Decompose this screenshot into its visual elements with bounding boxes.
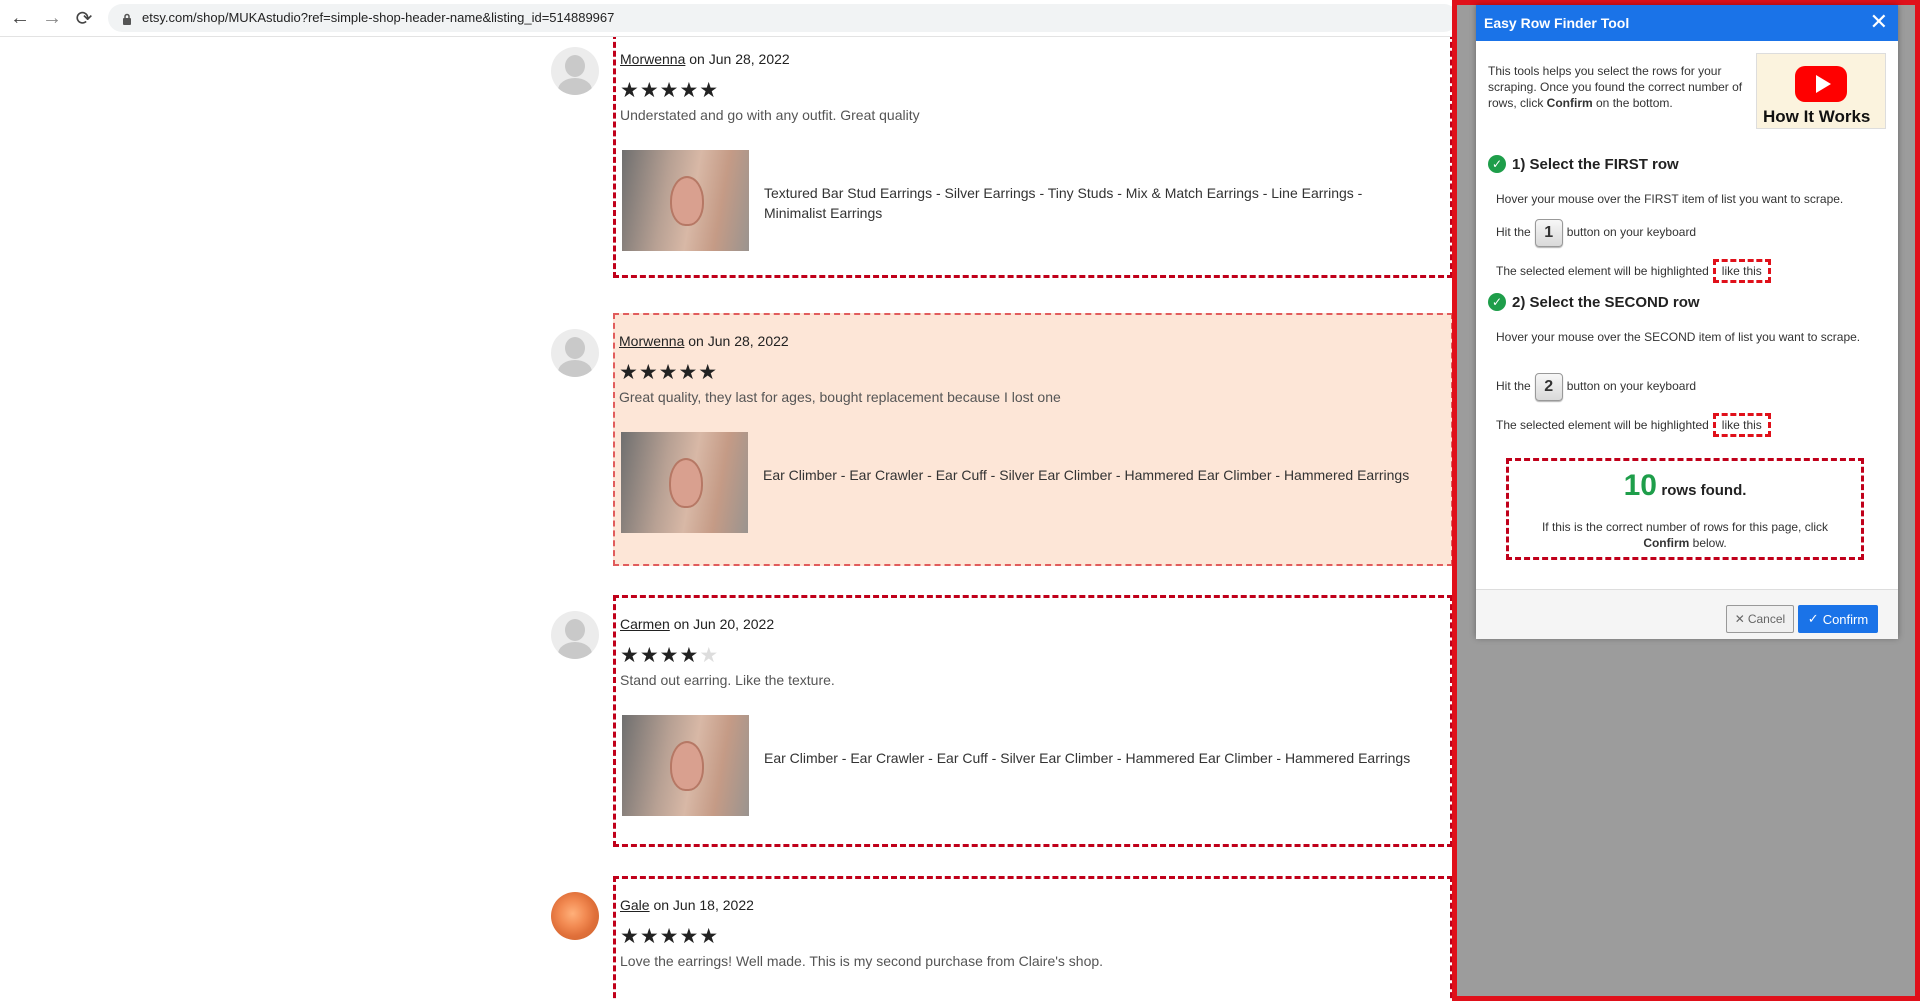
like-this-example: like this	[1712, 413, 1771, 437]
how-it-works-video[interactable]: How It Works	[1756, 53, 1886, 129]
review-date: on Jun 28, 2022	[688, 333, 789, 349]
dialog-footer: ✕ Cancel ✓ Confirm	[1476, 589, 1898, 639]
lock-icon	[123, 13, 131, 25]
step2-title: ✓ 2) Select the SECOND row	[1488, 293, 1700, 311]
reviewer-link[interactable]: Morwenna	[619, 333, 684, 349]
video-label: How It Works	[1763, 107, 1871, 126]
listing-title[interactable]: Ear Climber - Ear Crawler - Ear Cuff - S…	[764, 748, 1424, 768]
listing-title[interactable]: Textured Bar Stud Earrings - Silver Earr…	[764, 183, 1424, 223]
review-item-highlighted[interactable]: Morwenna on Jun 28, 2022 ★★★★★ Great qua…	[613, 313, 1452, 566]
review-item[interactable]: Morwenna on Jun 28, 2022 ★★★★★ Understat…	[613, 37, 1452, 278]
step2-hover-text: Hover your mouse over the SECOND item of…	[1496, 330, 1861, 344]
listing-image[interactable]	[622, 150, 749, 251]
review-date: on Jun 20, 2022	[673, 616, 775, 632]
url-text: etsy.com/shop/MUKAstudio?ref=simple-shop…	[142, 10, 615, 25]
review-text: Great quality, they last for ages, bough…	[619, 389, 1061, 405]
star-rating: ★★★★★	[620, 79, 720, 102]
avatar	[551, 47, 599, 95]
review-text: Stand out earring. Like the texture.	[620, 672, 835, 688]
cancel-button[interactable]: ✕ Cancel	[1726, 605, 1794, 633]
review-date: on Jun 28, 2022	[689, 51, 790, 67]
listing-image[interactable]	[622, 715, 749, 816]
star-rating: ★★★★★	[619, 361, 719, 384]
row-finder-dialog: Easy Row Finder Tool ✕ This tools helps …	[1476, 5, 1898, 639]
review-header: Morwenna on Jun 28, 2022	[620, 51, 790, 67]
review-header: Carmen on Jun 20, 2022	[620, 616, 774, 632]
step1-hover-text: Hover your mouse over the FIRST item of …	[1496, 192, 1844, 206]
listing-image[interactable]	[621, 432, 748, 533]
star-rating: ★★★★★	[620, 644, 720, 667]
close-icon[interactable]: ✕	[1870, 10, 1888, 34]
confirm-button[interactable]: ✓ Confirm	[1798, 605, 1878, 633]
step2-highlight-text: The selected element will be highlighted…	[1496, 413, 1876, 437]
step1-hit-text: Hit the 1 button on your keyboard	[1496, 219, 1876, 247]
forward-icon[interactable]: →	[40, 6, 64, 30]
address-bar[interactable]: etsy.com/shop/MUKAstudio?ref=simple-shop…	[108, 4, 1458, 32]
check-icon: ✓	[1488, 155, 1506, 173]
avatar	[551, 611, 599, 659]
avatar	[551, 892, 599, 940]
step1-title: ✓ 1) Select the FIRST row	[1488, 155, 1679, 173]
review-header: Morwenna on Jun 28, 2022	[619, 333, 789, 349]
star-rating: ★★★★★	[620, 925, 720, 948]
reload-icon[interactable]: ⟳	[72, 6, 96, 30]
listing-title[interactable]: Ear Climber - Ear Crawler - Ear Cuff - S…	[763, 465, 1423, 485]
reviewer-link[interactable]: Carmen	[620, 616, 670, 632]
avatar	[551, 329, 599, 377]
key-2-icon: 2	[1534, 373, 1563, 401]
check-icon: ✓	[1807, 611, 1819, 626]
check-icon: ✓	[1488, 293, 1506, 311]
review-item[interactable]: Carmen on Jun 20, 2022 ★★★★★ Stand out e…	[613, 595, 1452, 847]
review-text: Understated and go with any outfit. Grea…	[620, 107, 920, 123]
step1-highlight-text: The selected element will be highlighted…	[1496, 259, 1876, 283]
review-header: Gale on Jun 18, 2022	[620, 897, 754, 913]
review-date: on Jun 18, 2022	[653, 897, 754, 913]
reviewer-link[interactable]: Morwenna	[620, 51, 685, 67]
reviewer-link[interactable]: Gale	[620, 897, 650, 913]
like-this-example: like this	[1712, 259, 1771, 283]
intro-text: This tools helps you select the rows for…	[1488, 64, 1743, 110]
review-item[interactable]: Gale on Jun 18, 2022 ★★★★★ Love the earr…	[613, 876, 1452, 1001]
key-1-icon: 1	[1534, 219, 1563, 247]
dialog-title: Easy Row Finder Tool	[1484, 15, 1630, 31]
rows-found-box: 10 rows found. If this is the correct nu…	[1506, 458, 1864, 560]
back-icon[interactable]: ←	[8, 6, 32, 30]
reviews-page: Morwenna on Jun 28, 2022 ★★★★★ Understat…	[0, 37, 1452, 1001]
close-icon: ✕	[1734, 612, 1745, 626]
rows-found-count: 10	[1623, 469, 1657, 502]
step2-hit-text: Hit the 2 button on your keyboard	[1496, 373, 1876, 401]
rows-found-hint: If this is the correct number of rows fo…	[1541, 520, 1829, 550]
review-text: Love the earrings! Well made. This is my…	[620, 953, 1104, 969]
dialog-titlebar: Easy Row Finder Tool ✕	[1476, 5, 1898, 41]
